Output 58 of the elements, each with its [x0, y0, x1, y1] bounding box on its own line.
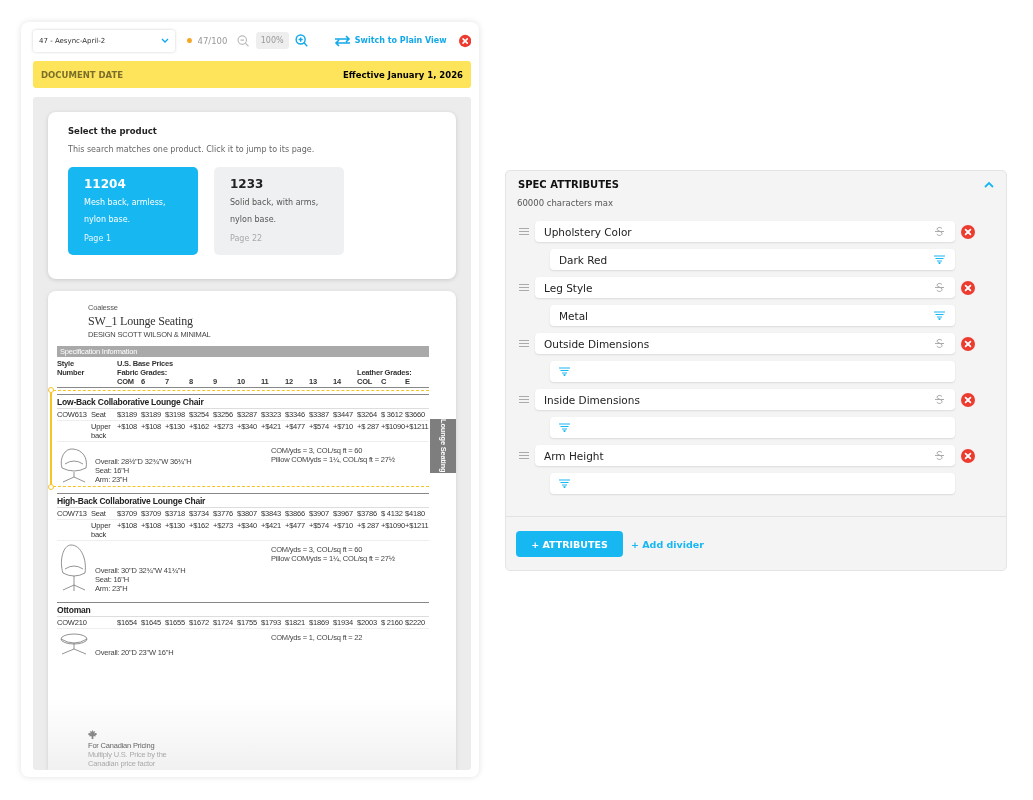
drag-handle-icon[interactable] [519, 340, 529, 347]
drag-handle-icon[interactable] [519, 452, 529, 459]
zoom-out-icon[interactable] [237, 33, 250, 48]
remove-icon[interactable] [961, 392, 975, 407]
attribute-name-field[interactable]: Leg Style [535, 277, 955, 298]
attribute-value-field[interactable] [550, 417, 955, 438]
product-code: 11204 [84, 177, 127, 191]
drag-handle-icon[interactable] [519, 396, 529, 403]
remove-icon[interactable] [961, 280, 975, 295]
attribute-value-field[interactable] [550, 361, 955, 382]
product-description: Solid back, with arms, nylon base. [230, 197, 320, 226]
attribute-name-field[interactable]: Outside Dimensions [535, 333, 955, 354]
page-number: Page 1 [84, 234, 112, 243]
product-heading: Ottoman [57, 602, 429, 617]
strikethrough-icon[interactable] [934, 338, 945, 349]
panel-title: SPEC ATTRIBUTES [518, 179, 620, 190]
close-icon[interactable] [458, 33, 471, 48]
filter-icon[interactable] [934, 255, 945, 264]
strikethrough-icon[interactable] [934, 450, 945, 461]
remove-icon[interactable] [961, 336, 975, 351]
progress-count: 47/100 [197, 35, 228, 46]
remove-icon[interactable] [961, 448, 975, 463]
remove-icon[interactable] [961, 224, 975, 239]
attribute-name-field[interactable]: Inside Dimensions [535, 389, 955, 410]
product-card[interactable]: 1233 Solid back, with arms, nylon base. Page 22 [214, 167, 344, 255]
maple-leaf-icon [88, 730, 97, 739]
product-code: 1233 [230, 177, 265, 191]
strikethrough-icon[interactable] [934, 282, 945, 293]
product-heading: Low-Back Collaborative Lounge Chair [57, 394, 429, 409]
attribute-value-field[interactable]: Dark Red [550, 249, 955, 270]
filter-icon[interactable] [934, 311, 945, 320]
swap-arrows-icon[interactable] [333, 34, 351, 47]
attribute-name-field[interactable]: Arm Height [535, 445, 955, 466]
effective-date: Effective January 1, 2026 [343, 69, 463, 80]
attribute-name-field[interactable]: Upholstery Color [535, 221, 955, 242]
attribute-value-field[interactable] [550, 473, 955, 494]
selection-frame[interactable] [48, 390, 429, 487]
character-limit: 60000 characters max [517, 198, 615, 208]
drag-handle-icon[interactable] [519, 284, 529, 291]
drag-handle-icon[interactable] [519, 228, 529, 235]
banner-label: DOCUMENT DATE [41, 69, 124, 80]
chevron-up-icon[interactable] [984, 181, 994, 188]
picker-title: Select the product [68, 126, 158, 136]
document-title: SW_1 Lounge Seating [88, 314, 194, 329]
page-number: Page 22 [230, 234, 264, 243]
filter-icon[interactable] [559, 423, 570, 432]
product-description: Mesh back, armless, nylon base. [84, 197, 167, 226]
filter-icon[interactable] [559, 367, 570, 376]
ottoman-drawing [57, 631, 91, 657]
picker-hint: This search matches one product. Click it to jump to its page. [68, 145, 316, 154]
strikethrough-icon[interactable] [934, 226, 945, 237]
chevron-down-icon [161, 38, 170, 43]
status-dot [187, 38, 192, 43]
zoom-in-icon[interactable] [294, 33, 308, 48]
strikethrough-icon[interactable] [934, 394, 945, 405]
attribute-value-field[interactable]: Metal [550, 305, 955, 326]
product-heading: High-Back Collaborative Lounge Chair [57, 493, 429, 508]
filter-icon[interactable] [559, 479, 570, 488]
